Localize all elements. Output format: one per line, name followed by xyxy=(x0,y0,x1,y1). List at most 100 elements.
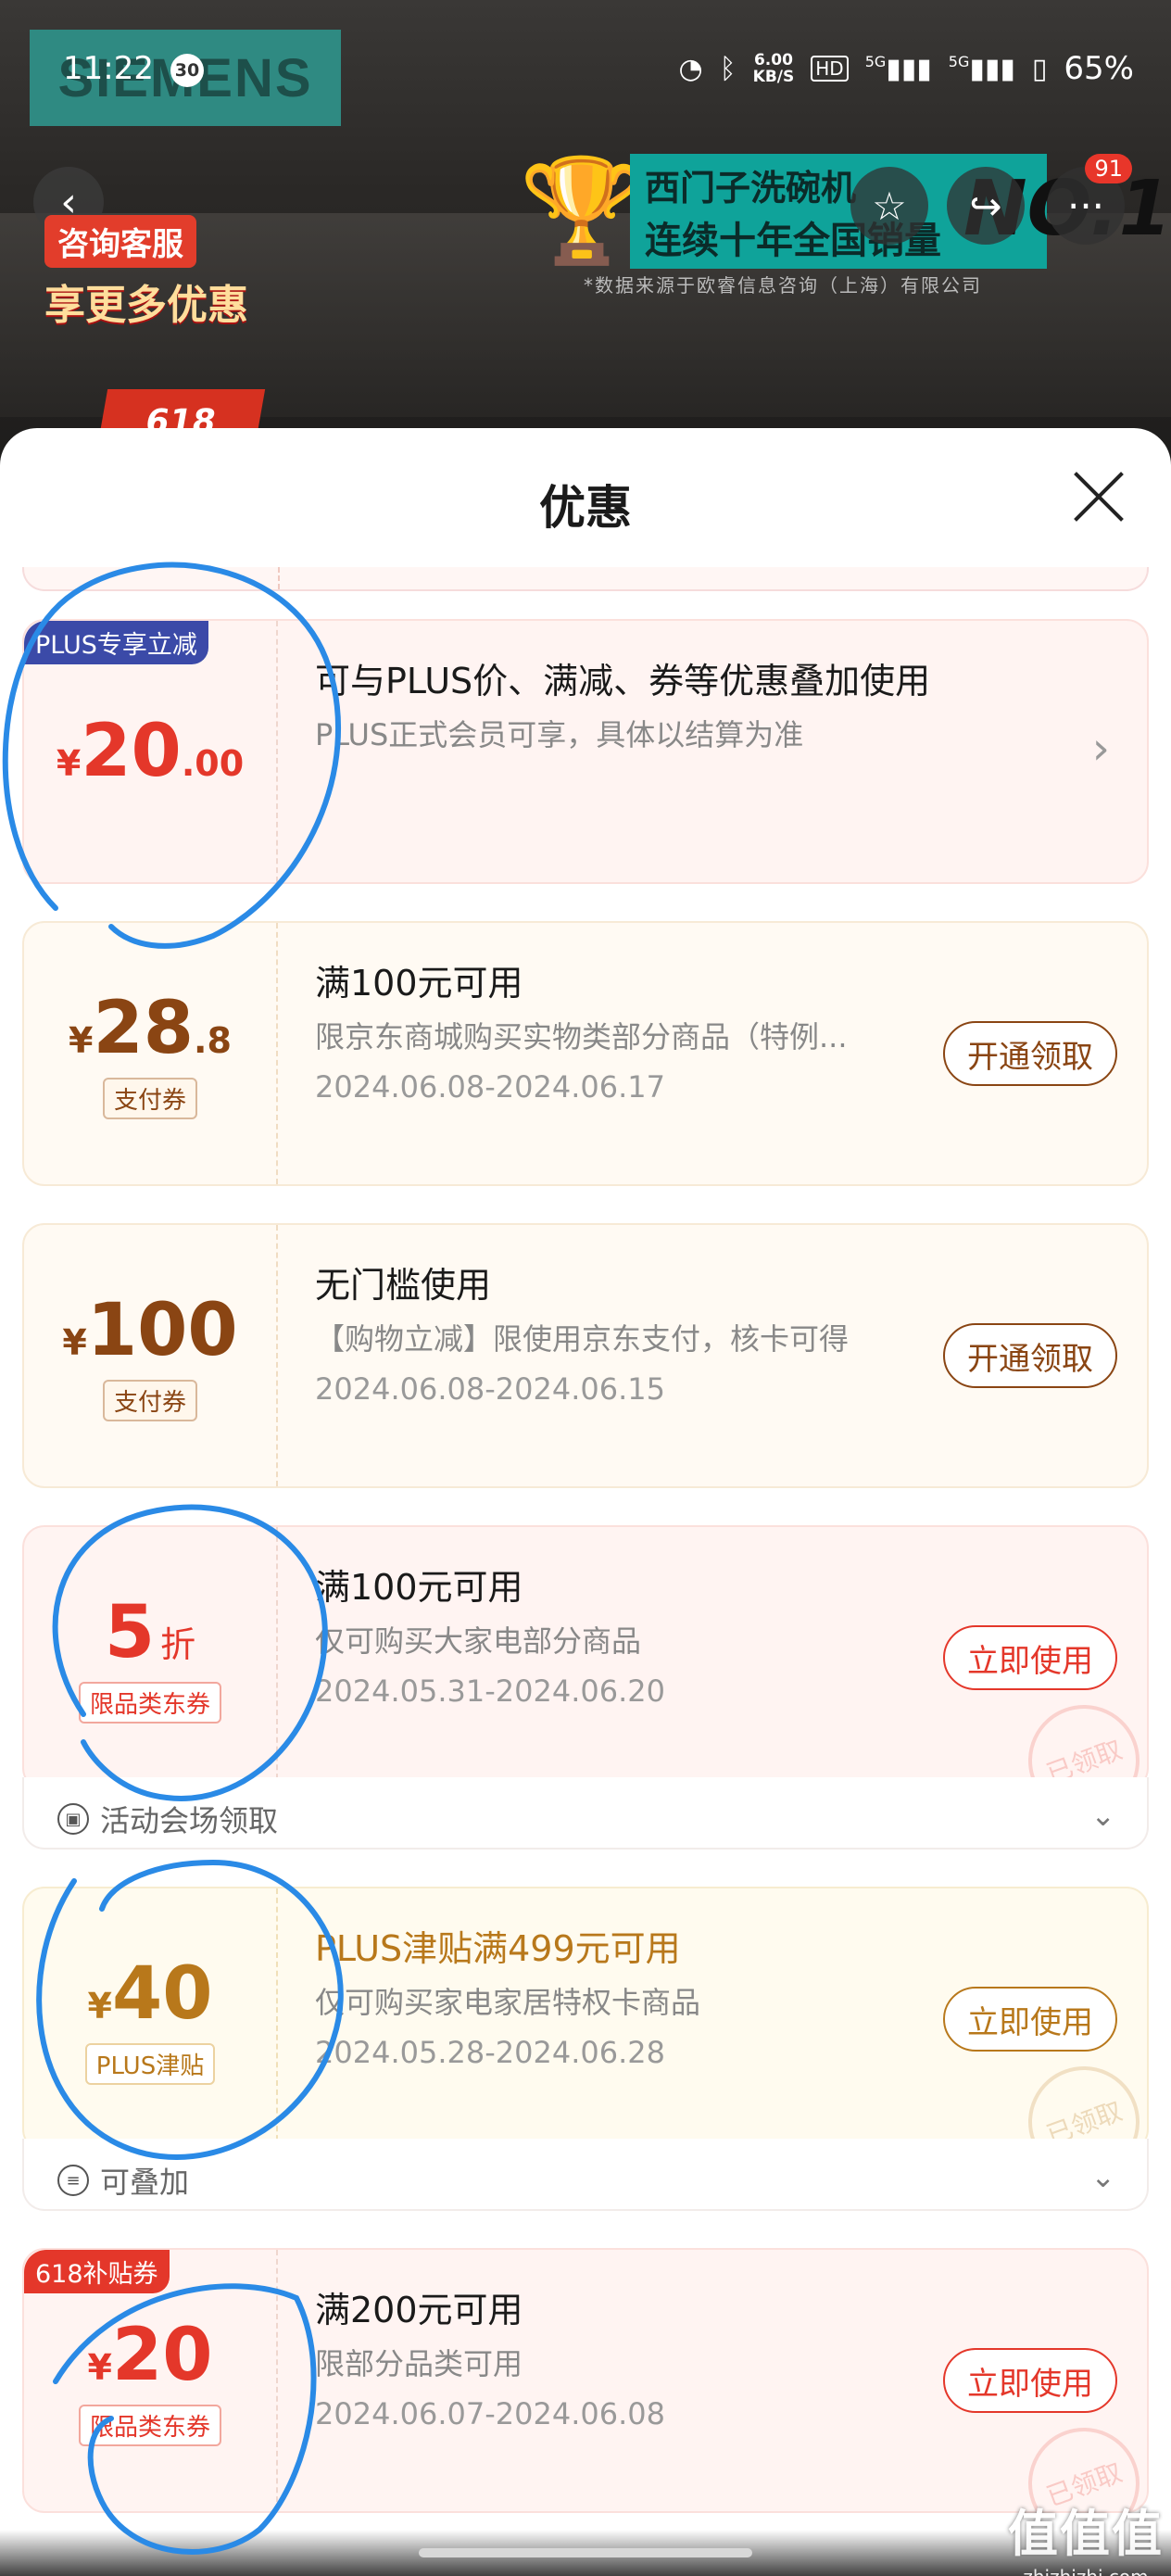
data-saver-icon: ◔ xyxy=(678,52,703,85)
coupon-footer[interactable]: ▣ 活动会场领取 ⌄ xyxy=(22,1777,1149,1850)
bluetooth-icon: ᛒ xyxy=(719,52,737,85)
coupon-value: 5 折 限品类东券 xyxy=(24,1527,278,1788)
battery-icon: ▯ xyxy=(1031,52,1048,85)
ad-line-1: 咨询客服 xyxy=(44,215,196,268)
coupon-value: ¥ 28 .8 支付券 xyxy=(24,923,278,1184)
favorite-button[interactable]: ☆ xyxy=(850,167,928,245)
share-button[interactable]: ↪ xyxy=(947,167,1025,245)
coupon-partial xyxy=(22,567,1149,591)
coupon-value: ¥ 40 PLUS津贴 xyxy=(24,1888,278,2150)
coupon-body[interactable]: ¥ 28 .8 支付券 满100元可用 限京东商城购买实物类部分商品（特例...… xyxy=(22,921,1149,1186)
coupon-type-tag: 支付券 xyxy=(102,1379,197,1421)
signal-5g-icon: 5G▮▮▮ xyxy=(864,52,932,85)
coupon-title: 满100元可用 xyxy=(315,963,523,1004)
coupon-body[interactable]: 5 折 限品类东券 满100元可用 仅可购买大家电部分商品 2024.05.31… xyxy=(22,1525,1149,1790)
network-speed: 6.00 KB/S xyxy=(753,52,795,85)
watermark-url: zhizhizhi.com xyxy=(1008,2566,1164,2576)
coupon-body[interactable]: ¥ 40 PLUS津贴 PLUS津贴满499元可用 仅可购买家电家居特权卡商品 … xyxy=(22,1887,1149,2152)
coupon-info: 满100元可用 限京东商城购买实物类部分商品（特例... 2024.06.08-… xyxy=(278,923,1147,1184)
coupon-value: ¥ 100 支付券 xyxy=(24,1225,278,1486)
amount-integer: 20 xyxy=(111,2313,213,2397)
home-indicator[interactable] xyxy=(419,2548,752,2557)
coupon-type-tag: 限品类东券 xyxy=(78,1681,221,1724)
coupon-list[interactable]: PLUS专享立减 ¥ 20 .00 可与PLUS价、满减、券等优惠叠加使用 PL… xyxy=(22,567,1149,2550)
coupon-card[interactable]: 618补贴券 ¥ 20 限品类东券 满200元可用 限部分品类可用 2024.0… xyxy=(22,2248,1149,2513)
more-icon: ··· xyxy=(1066,183,1105,229)
coupon-title: 满200元可用 xyxy=(315,2290,523,2330)
chevron-down-icon[interactable]: ⌄ xyxy=(1090,1798,1115,1833)
coupon-info: 无门槛使用 【购物立减】限使用京东支付，核卡可得 2024.06.08-2024… xyxy=(278,1225,1147,1486)
watermark: 值值值 zhizhizhi.com xyxy=(1008,2493,1164,2576)
coupon-title: PLUS津贴满499元可用 xyxy=(315,1928,681,1969)
net-speed-value: 6.00 xyxy=(753,51,793,69)
coupon-type-tag: 限品类东券 xyxy=(78,2404,221,2446)
currency-symbol: ¥ xyxy=(69,1019,94,1061)
hd-icon: HD xyxy=(811,56,849,82)
coupon-type-tag: PLUS津贴 xyxy=(84,2042,216,2085)
coupon-title: 满100元可用 xyxy=(315,1567,523,1608)
coupon-desc: 仅可购买大家电部分商品 xyxy=(315,1623,642,1659)
signal-2-label: 5G xyxy=(948,52,970,70)
amount-integer: 40 xyxy=(111,1951,213,2036)
coupon-card[interactable]: ¥ 40 PLUS津贴 PLUS津贴满499元可用 仅可购买家电家居特权卡商品 … xyxy=(22,1887,1149,2211)
amount-integer: 100 xyxy=(86,1288,238,1372)
footer-label: 可叠加 xyxy=(100,2165,190,2200)
signal-5g-icon-2: 5G▮▮▮ xyxy=(948,52,1015,85)
footer-label: 活动会场领取 xyxy=(100,1803,279,1838)
coupon-body[interactable]: ¥ 100 支付券 无门槛使用 【购物立减】限使用京东支付，核卡可得 2024.… xyxy=(22,1223,1149,1488)
status-time: 11:22 xyxy=(63,50,154,87)
coupon-title: 无门槛使用 xyxy=(315,1265,492,1306)
currency-symbol: ¥ xyxy=(56,743,82,784)
coupon-desc: PLUS正式会员可享，具体以结算为准 xyxy=(315,717,804,752)
coupon-amount: ¥ 20 .00 xyxy=(57,712,244,791)
coupon-amount: ¥ 20 xyxy=(88,2316,213,2395)
coupon-desc: 仅可购买家电家居特权卡商品 xyxy=(315,1985,701,2020)
use-now-button[interactable]: 立即使用 xyxy=(943,2348,1117,2413)
more-button[interactable]: ··· 91 xyxy=(1047,154,1132,245)
plus-exclusive-badge: PLUS专享立减 xyxy=(24,621,208,664)
coupon-card[interactable]: ¥ 100 支付券 无门槛使用 【购物立减】限使用京东支付，核卡可得 2024.… xyxy=(22,1223,1149,1488)
coupon-card[interactable]: PLUS专享立减 ¥ 20 .00 可与PLUS价、满减、券等优惠叠加使用 PL… xyxy=(22,619,1149,884)
chevron-down-icon[interactable]: ⌄ xyxy=(1090,2159,1115,2194)
coupon-info: 满100元可用 仅可购买大家电部分商品 2024.05.31-2024.06.2… xyxy=(278,1527,1147,1788)
coupon-amount: ¥ 100 xyxy=(62,1291,237,1370)
signal-1-label: 5G xyxy=(864,52,887,70)
coupon-card[interactable]: ¥ 28 .8 支付券 满100元可用 限京东商城购买实物类部分商品（特例...… xyxy=(22,921,1149,1186)
amount-decimal: .8 xyxy=(194,1019,232,1061)
coupon-body[interactable]: PLUS专享立减 ¥ 20 .00 可与PLUS价、满减、券等优惠叠加使用 PL… xyxy=(22,619,1149,884)
banner-source: *数据来源于欧睿信息咨询（上海）有限公司 xyxy=(584,274,982,297)
subsidy-badge: 618补贴券 xyxy=(24,2250,170,2293)
coupon-sheet: 优惠 PLUS专享立减 ¥ 20 .00 可与PLUS价、满减、券等优惠叠加使用… xyxy=(0,428,1171,2576)
ad-line-2: 享更多优惠 xyxy=(44,282,248,329)
activate-claim-button[interactable]: 开通领取 xyxy=(943,1323,1117,1388)
currency-symbol: ¥ xyxy=(62,1321,87,1363)
amount-integer: 5 xyxy=(104,1590,156,1674)
watermark-logo: 值值值 xyxy=(1008,2505,1164,2563)
trophy-icon: 🏆 xyxy=(519,151,646,270)
amount-integer: 28 xyxy=(93,986,195,1070)
status-bar: 11:22 30 ◔ ᛒ 6.00 KB/S HD 5G▮▮▮ 5G▮▮▮ ▯ … xyxy=(0,37,1171,102)
status-icons: ◔ ᛒ 6.00 KB/S HD 5G▮▮▮ 5G▮▮▮ ▯ 65% xyxy=(678,50,1134,87)
coupon-footer[interactable]: ≡ 可叠加 ⌄ xyxy=(22,2139,1149,2211)
coupon-title: 可与PLUS价、满减、券等优惠叠加使用 xyxy=(315,661,931,701)
coupon-body[interactable]: 618补贴券 ¥ 20 限品类东券 满200元可用 限部分品类可用 2024.0… xyxy=(22,2248,1149,2513)
coupon-desc: 【购物立减】限使用京东支付，核卡可得 xyxy=(315,1321,850,1357)
close-button[interactable] xyxy=(1071,469,1127,524)
coupon-card[interactable]: 5 折 限品类东券 满100元可用 仅可购买大家电部分商品 2024.05.31… xyxy=(22,1525,1149,1850)
ticket-icon: ▣ xyxy=(57,1803,89,1835)
coupon-amount: 5 折 xyxy=(105,1593,195,1673)
currency-symbol: ¥ xyxy=(87,2346,112,2388)
notification-badge: 30 xyxy=(170,54,204,87)
activate-claim-button[interactable]: 开通领取 xyxy=(943,1021,1117,1086)
use-now-button[interactable]: 立即使用 xyxy=(943,1987,1117,2052)
net-speed-unit: KB/S xyxy=(752,68,795,86)
chevron-right-icon[interactable]: › xyxy=(1092,723,1110,775)
coupon-amount: ¥ 40 xyxy=(88,1954,213,2034)
currency-symbol: ¥ xyxy=(87,1985,112,2027)
coupon-info: 可与PLUS价、满减、券等优惠叠加使用 PLUS正式会员可享，具体以结算为准 › xyxy=(278,621,1147,882)
share-icon: ↪ xyxy=(969,183,1002,229)
use-now-button[interactable]: 立即使用 xyxy=(943,1625,1117,1690)
coupon-type-tag: 支付券 xyxy=(102,1077,197,1119)
coupon-amount: ¥ 28 .8 xyxy=(69,989,232,1068)
customer-service-ad[interactable]: 咨询客服 享更多优惠 xyxy=(44,215,285,331)
